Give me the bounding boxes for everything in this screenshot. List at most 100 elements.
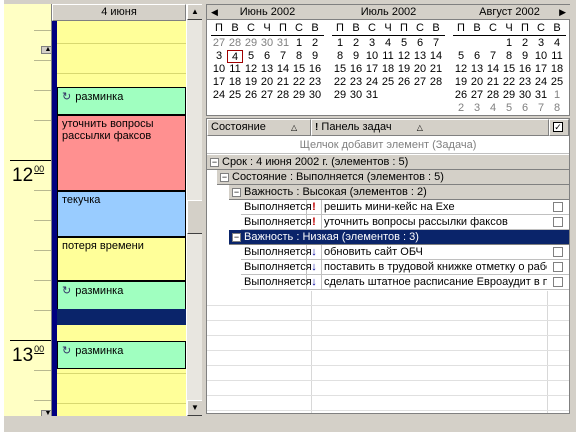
- calendar-day[interactable]: 20: [259, 76, 275, 89]
- calendar-day[interactable]: 1: [501, 37, 517, 50]
- calendar-day[interactable]: 30: [348, 89, 364, 102]
- calendar-day[interactable]: 10: [364, 50, 380, 63]
- task-row[interactable]: Выполняется ↓ обновить сайт ОБЧ: [241, 245, 569, 260]
- calendar-day[interactable]: 19: [243, 76, 259, 89]
- task-complete-checkbox[interactable]: [553, 262, 563, 272]
- calendar-day[interactable]: 14: [275, 63, 291, 76]
- calendar-day[interactable]: 5: [396, 37, 412, 50]
- complete-column-header[interactable]: ✓: [549, 119, 569, 136]
- calendar-day[interactable]: 7: [533, 102, 549, 115]
- scroll-earlier-button[interactable]: ▲: [41, 46, 51, 54]
- calendar-day[interactable]: 27: [211, 37, 227, 50]
- calendar-day[interactable]: 13: [259, 63, 275, 76]
- calendar-day[interactable]: 10: [533, 50, 549, 63]
- appointment-item[interactable]: потеря времени: [57, 237, 186, 281]
- appointment-item[interactable]: ↻ разминка: [57, 281, 186, 311]
- calendar-day[interactable]: 19: [453, 76, 469, 89]
- selected-time-slot[interactable]: [57, 309, 186, 325]
- calendar-day[interactable]: 6: [517, 102, 533, 115]
- calendar-day[interactable]: 14: [428, 50, 444, 63]
- calendar-day[interactable]: 30: [259, 37, 275, 50]
- calendar-day[interactable]: 18: [380, 63, 396, 76]
- calendar-day[interactable]: 26: [453, 89, 469, 102]
- calendar-day[interactable]: 8: [332, 50, 348, 63]
- calendar-day[interactable]: 3: [469, 102, 485, 115]
- calendar-day[interactable]: 24: [211, 89, 227, 102]
- calendar-day[interactable]: 17: [533, 63, 549, 76]
- calendar-day[interactable]: 2: [453, 102, 469, 115]
- calendar-day[interactable]: 11: [549, 50, 565, 63]
- add-task-row[interactable]: Щелчок добавит элемент (Задача): [207, 136, 569, 154]
- calendar-day[interactable]: 13: [412, 50, 428, 63]
- calendar-day[interactable]: 27: [412, 76, 428, 89]
- group-importance-low[interactable]: − Важность : Низкая (элементов : 3): [229, 230, 569, 245]
- group-status[interactable]: − Состояние : Выполняется (элементов : 5): [217, 170, 569, 185]
- calendar-day[interactable]: 26: [243, 89, 259, 102]
- appointment-item[interactable]: ↻ разминка: [57, 87, 186, 115]
- calendar-day[interactable]: 6: [259, 50, 275, 63]
- appointment-item[interactable]: уточнить вопросы рассылки факсов: [57, 115, 186, 191]
- calendar-day[interactable]: 24: [533, 76, 549, 89]
- collapse-icon[interactable]: −: [232, 188, 241, 197]
- calendar-day[interactable]: 28: [485, 89, 501, 102]
- task-pad[interactable]: Состояние △ ! Панель задач △ ✓ Щелчок до…: [206, 118, 570, 414]
- calendar-day[interactable]: 22: [332, 76, 348, 89]
- task-row[interactable]: Выполняется ↓ сделать штатное расписание…: [241, 275, 569, 290]
- calendar-day[interactable]: 23: [348, 76, 364, 89]
- calendar-day[interactable]: 16: [307, 63, 323, 76]
- calendar-day[interactable]: 23: [307, 76, 323, 89]
- calendar-day[interactable]: 14: [485, 63, 501, 76]
- date-navigator[interactable]: ◀ Июнь 2002 ПВСЧПСВ 27 28 29 30 31 1 2 3 4 5 6 7 8 9 1…: [206, 4, 570, 116]
- calendar-day[interactable]: 19: [396, 63, 412, 76]
- calendar-day[interactable]: 6: [469, 50, 485, 63]
- calendar-day[interactable]: 8: [291, 50, 307, 63]
- calendar-day[interactable]: 29: [243, 37, 259, 50]
- calendar-day[interactable]: 15: [291, 63, 307, 76]
- calendar-day[interactable]: 9: [348, 50, 364, 63]
- calendar-day[interactable]: 7: [275, 50, 291, 63]
- appointment-item[interactable]: текучка: [57, 191, 186, 237]
- calendar-day[interactable]: 20: [469, 76, 485, 89]
- calendar-day[interactable]: 2: [348, 37, 364, 50]
- calendar-day[interactable]: 9: [517, 50, 533, 63]
- calendar-day[interactable]: 21: [428, 63, 444, 76]
- task-complete-checkbox[interactable]: [553, 277, 563, 287]
- calendar-day[interactable]: 13: [469, 63, 485, 76]
- calendar-day[interactable]: 3: [211, 50, 227, 63]
- calendar-day[interactable]: 8: [501, 50, 517, 63]
- day-slots[interactable]: ↻ разминка уточнить вопросы рассылки факс…: [52, 21, 186, 416]
- calendar-day[interactable]: 30: [307, 89, 323, 102]
- calendar-day[interactable]: 18: [227, 76, 243, 89]
- task-complete-checkbox[interactable]: [553, 247, 563, 257]
- calendar-day[interactable]: 4: [227, 50, 243, 63]
- calendar-day[interactable]: 23: [517, 76, 533, 89]
- calendar-day[interactable]: 10: [211, 63, 227, 76]
- scroll-later-button[interactable]: ▼: [41, 410, 51, 416]
- collapse-icon[interactable]: −: [220, 173, 229, 182]
- calendar-day[interactable]: 2: [517, 37, 533, 50]
- scroll-up-button[interactable]: ▲: [187, 4, 203, 20]
- calendar-day[interactable]: 18: [549, 63, 565, 76]
- calendar-day[interactable]: 28: [428, 76, 444, 89]
- group-due-date[interactable]: − Срок : 4 июня 2002 г. (элементов : 5): [207, 155, 569, 170]
- column-header-status[interactable]: Состояние △: [207, 119, 311, 136]
- day-scrollbar[interactable]: ▲ ▼: [186, 4, 203, 416]
- calendar-day[interactable]: 29: [332, 89, 348, 102]
- calendar-day[interactable]: 21: [275, 76, 291, 89]
- day-header[interactable]: 4 июня: [52, 4, 186, 21]
- calendar-day[interactable]: 26: [396, 76, 412, 89]
- calendar-day[interactable]: 17: [364, 63, 380, 76]
- calendar-day[interactable]: 24: [364, 76, 380, 89]
- next-month-icon[interactable]: ▶: [559, 5, 566, 19]
- calendar-day[interactable]: 5: [501, 102, 517, 115]
- scrollbar-thumb[interactable]: [187, 200, 203, 234]
- prev-month-icon[interactable]: ◀: [211, 5, 218, 19]
- calendar-day[interactable]: 20: [412, 63, 428, 76]
- calendar-day[interactable]: 6: [412, 37, 428, 50]
- calendar-day[interactable]: 11: [227, 63, 243, 76]
- calendar-day[interactable]: 1: [549, 89, 565, 102]
- task-row[interactable]: Выполняется ! уточнить вопросы рассылки …: [241, 215, 569, 230]
- task-row[interactable]: Выполняется ! решить мини-кейс на Exe: [241, 200, 569, 215]
- calendar-day[interactable]: 1: [291, 37, 307, 50]
- calendar-day[interactable]: 28: [227, 37, 243, 50]
